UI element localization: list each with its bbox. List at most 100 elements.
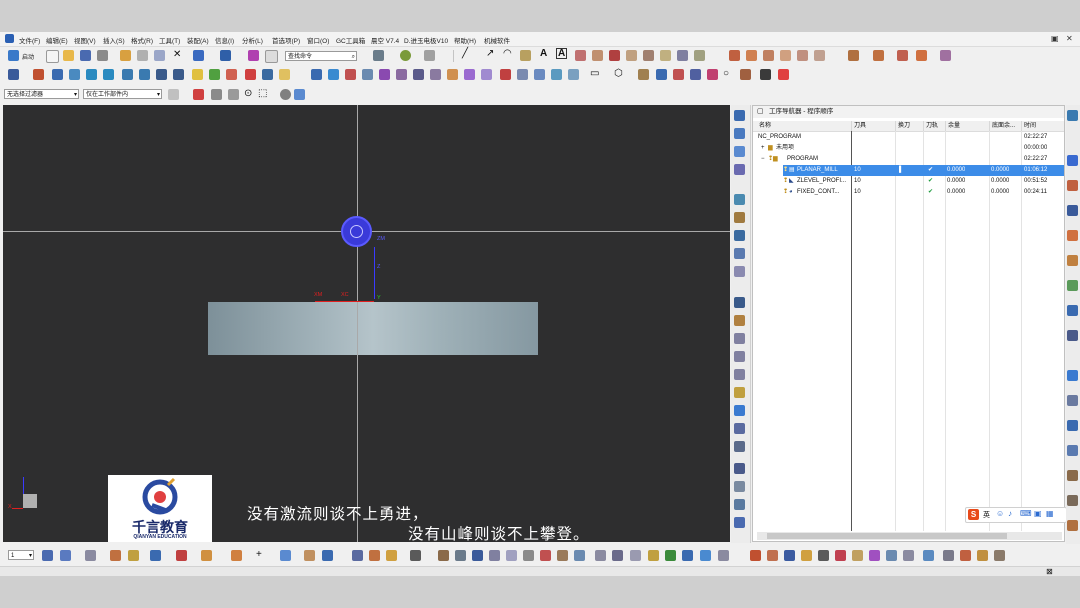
right-tool-7-icon[interactable] (1067, 280, 1078, 291)
render-20-icon[interactable] (718, 550, 729, 561)
reuse-library-icon[interactable] (734, 194, 745, 205)
render-2-icon[interactable] (369, 550, 380, 561)
cam-tool-5-icon[interactable] (818, 550, 829, 561)
toolpath-10-icon[interactable] (464, 69, 475, 80)
edit-curve-5-icon[interactable] (797, 50, 808, 61)
view-icon[interactable] (156, 69, 167, 80)
select-4-icon[interactable] (228, 89, 239, 100)
render-5-icon[interactable] (455, 550, 466, 561)
select-3-icon[interactable] (211, 89, 222, 100)
cam-tool-1-icon[interactable] (750, 550, 761, 561)
render-14-icon[interactable] (612, 550, 623, 561)
tool-20-icon[interactable] (734, 481, 745, 492)
open-folder-icon[interactable] (63, 50, 74, 61)
tool-11-icon[interactable] (778, 69, 789, 80)
edit-curve-2-icon[interactable] (746, 50, 757, 61)
toolpath-12-icon[interactable] (500, 69, 511, 80)
right-tool-15-icon[interactable] (1067, 495, 1078, 506)
rect-icon[interactable]: ▭ (590, 68, 599, 79)
generate-icon[interactable] (262, 69, 273, 80)
scope-select[interactable]: 仅在工作部件内 ▾ (83, 89, 162, 99)
right-tool-13-icon[interactable] (1067, 445, 1078, 456)
select-2-icon[interactable] (193, 89, 204, 100)
wcs-5-icon[interactable] (201, 550, 212, 561)
render-8-icon[interactable] (506, 550, 517, 561)
menu-format[interactable]: 格式(R) (131, 35, 153, 45)
tool-2-icon[interactable] (52, 69, 63, 80)
menu-file[interactable]: 文件(F) (19, 35, 40, 45)
tree-row-fixed-contour[interactable]: ❢ ◕ FIXED_CONT... 10 ✔ 0.0000 0.0000 00:… (753, 187, 1064, 198)
cam-tool-4-icon[interactable] (801, 550, 812, 561)
hexagon-icon[interactable]: ⬡ (614, 68, 623, 79)
render-13-icon[interactable] (595, 550, 606, 561)
selection-filter-select[interactable]: 无选择过滤器 ▾ (4, 89, 79, 99)
ime-mode-label[interactable]: 英 (983, 510, 990, 520)
sogou-icon[interactable]: S (968, 509, 979, 520)
cam-tool-14-icon[interactable] (977, 550, 988, 561)
edit-curve-3-icon[interactable] (763, 50, 774, 61)
col-tool[interactable]: 刀具 (851, 121, 895, 131)
tool-16-icon[interactable] (734, 387, 745, 398)
text-icon[interactable]: A (540, 48, 547, 59)
cube-2-icon[interactable] (873, 50, 884, 61)
render-15-icon[interactable] (630, 550, 641, 561)
render-11-icon[interactable] (557, 550, 568, 561)
cube-icon[interactable] (848, 50, 859, 61)
right-tool-8-icon[interactable] (1067, 305, 1078, 316)
tool-view-icon[interactable] (245, 69, 256, 80)
sketch-icon[interactable] (575, 50, 586, 61)
wcs-2-icon[interactable] (128, 550, 139, 561)
menu-info[interactable]: 信息(I) (215, 35, 234, 45)
view-2-icon[interactable] (173, 69, 184, 80)
edit-curve-icon[interactable] (729, 50, 740, 61)
tool-7-icon[interactable] (690, 69, 701, 80)
feature-icon[interactable] (8, 69, 19, 80)
window-icon[interactable] (220, 50, 231, 61)
toolpath-3-icon[interactable] (345, 69, 356, 80)
menu-gc-toolbox[interactable]: GC工具箱 (336, 35, 365, 45)
menu-window[interactable]: 窗口(O) (307, 35, 329, 45)
pencil-icon[interactable] (248, 50, 259, 61)
right-tool-16-icon[interactable] (1067, 520, 1078, 531)
toolpath-16-icon[interactable] (568, 69, 579, 80)
ime-voice-icon[interactable]: ♪ (1008, 509, 1012, 518)
edit-curve-6-icon[interactable] (814, 50, 825, 61)
system-materials-icon[interactable] (734, 266, 745, 277)
col-tool-change[interactable]: 换刀 (895, 121, 923, 131)
toolpath-2-icon[interactable] (328, 69, 339, 80)
web-browser-icon[interactable] (734, 230, 745, 241)
hd3d-icon[interactable] (734, 212, 745, 223)
command-search-input[interactable]: 查找命令 ⌕ (285, 51, 357, 61)
tool-8-icon[interactable] (707, 69, 718, 80)
sphere-icon[interactable] (400, 50, 411, 61)
tool-19-icon[interactable] (734, 463, 745, 474)
toolpath-5-icon[interactable] (379, 69, 390, 80)
arrow-left-icon[interactable] (86, 69, 97, 80)
cam-tool-3-icon[interactable] (784, 550, 795, 561)
tool-3-icon[interactable] (69, 69, 80, 80)
toolpath-icon[interactable] (311, 69, 322, 80)
delete-icon[interactable]: ✕ (173, 49, 181, 60)
cam-tool-7-icon[interactable] (852, 550, 863, 561)
ime-tools-icon[interactable]: ▦ (1046, 509, 1054, 518)
save-icon[interactable] (80, 50, 91, 61)
filter-icon[interactable] (386, 550, 397, 561)
history-icon[interactable] (734, 248, 745, 259)
tool-12-icon[interactable] (734, 315, 745, 326)
layer-select[interactable]: 1 ▾ (8, 550, 34, 560)
graphics-viewport[interactable]: ZM Z XM XC Y X 千言教育 QIANYAN EDUCATION 没有… (3, 105, 730, 542)
cam-tool-6-icon[interactable] (835, 550, 846, 561)
tool-21-icon[interactable] (734, 499, 745, 510)
tree-row-unused[interactable]: + ▆ 未用项 00:00:00 (753, 143, 1064, 154)
line-icon[interactable]: ╱ (462, 48, 468, 59)
cam-tool-13-icon[interactable] (960, 550, 971, 561)
wcs-3-icon[interactable] (150, 550, 161, 561)
resize-grip-icon[interactable]: ⊠ (1046, 567, 1053, 576)
col-floor-stock[interactable]: 底面余... (989, 121, 1021, 131)
tool-13-icon[interactable] (734, 333, 745, 344)
tool-5-icon[interactable] (656, 69, 667, 80)
col-time[interactable]: 时间 (1021, 121, 1064, 131)
cam-tool-9-icon[interactable] (886, 550, 897, 561)
render-17-icon[interactable] (665, 550, 676, 561)
right-tool-5-icon[interactable] (1067, 230, 1078, 241)
